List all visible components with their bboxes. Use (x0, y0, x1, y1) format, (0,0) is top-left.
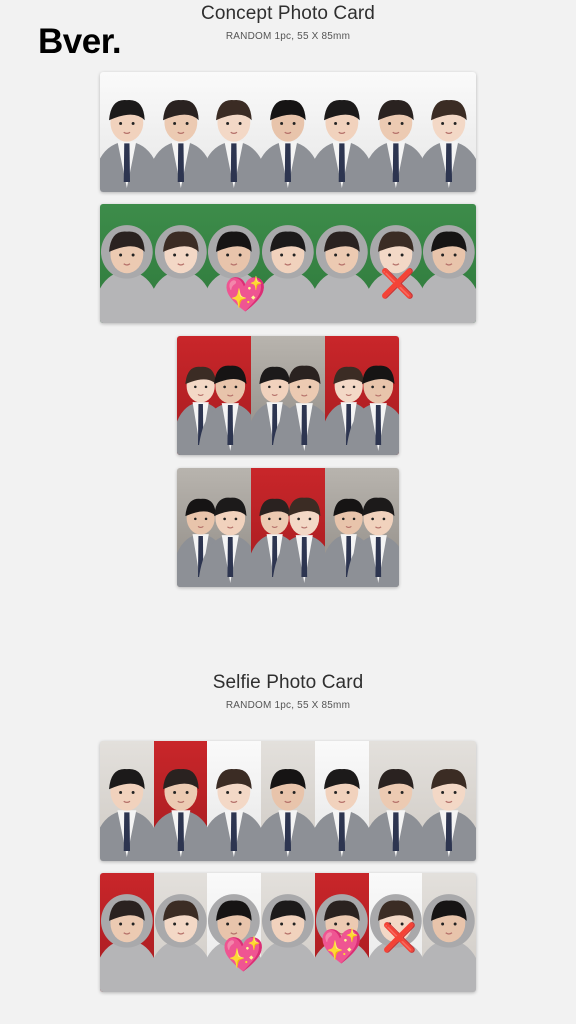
photo-card (261, 873, 315, 992)
cross-mark-icon: ❌ (382, 922, 417, 953)
heart-sticker-icon: 💖 (222, 936, 265, 974)
member-portrait (153, 894, 208, 992)
photo-card (261, 72, 315, 192)
member-portrait (261, 225, 315, 323)
photo-card (100, 741, 154, 861)
member-portrait (261, 894, 315, 992)
member-portrait (422, 768, 476, 861)
member-portrait (251, 365, 325, 455)
photo-card (261, 204, 315, 323)
photo-card (368, 204, 423, 323)
photo-card (153, 72, 208, 192)
member-portrait (207, 768, 262, 861)
selfie-card-strip-2 (100, 873, 476, 992)
photo-card (261, 741, 315, 861)
photo-card (177, 468, 251, 587)
member-portrait (368, 225, 423, 323)
member-portrait (100, 225, 154, 323)
photo-card (100, 873, 154, 992)
member-portrait (177, 497, 251, 587)
photo-card (153, 741, 208, 861)
heart-sticker-icon: 💖 (320, 928, 363, 966)
photo-card (422, 873, 476, 992)
photo-card (153, 204, 208, 323)
photo-card (422, 204, 476, 323)
member-portrait (314, 99, 369, 192)
member-portrait (368, 99, 423, 192)
photo-card (207, 72, 262, 192)
photo-card (207, 741, 262, 861)
photo-card (314, 204, 369, 323)
photo-card (100, 204, 154, 323)
photo-card (368, 72, 423, 192)
photo-card (251, 468, 325, 587)
photo-card (325, 468, 399, 587)
concept-group-card-1 (177, 336, 399, 455)
concept-section-title: Concept Photo Card (201, 3, 375, 24)
member-portrait (422, 894, 476, 992)
photo-card (314, 72, 369, 192)
member-portrait (153, 99, 208, 192)
photo-card (368, 741, 423, 861)
selfie-section-title: Selfie Photo Card (212, 672, 364, 693)
photo-card (177, 336, 251, 455)
member-portrait (207, 894, 262, 992)
member-portrait (261, 768, 315, 861)
concept-card-strip-1 (100, 72, 476, 192)
member-portrait (177, 365, 251, 455)
selfie-card-strip-1 (100, 741, 476, 861)
photo-card (100, 72, 154, 192)
member-portrait (100, 99, 154, 192)
concept-section-subtitle: RANDOM 1pc, 55 X 85mm (225, 31, 351, 42)
selfie-section-subtitle: RANDOM 1pc, 55 X 85mm (225, 700, 351, 711)
member-portrait (100, 894, 154, 992)
photo-card (325, 336, 399, 455)
photo-card (153, 873, 208, 992)
photo-card (422, 741, 476, 861)
member-portrait (251, 497, 325, 587)
concept-group-card-2 (177, 468, 399, 587)
member-portrait (422, 99, 476, 192)
member-portrait (325, 497, 399, 587)
member-portrait (153, 768, 208, 861)
photo-card (422, 72, 476, 192)
member-portrait (100, 768, 154, 861)
member-portrait (325, 365, 399, 455)
member-portrait (207, 99, 262, 192)
heart-sticker-icon: 💖 (224, 276, 267, 314)
photo-card (251, 336, 325, 455)
version-badge: Bver. (38, 22, 122, 61)
photo-card (207, 873, 262, 992)
member-portrait (153, 225, 208, 323)
member-portrait (422, 225, 476, 323)
member-portrait (314, 225, 369, 323)
member-portrait (368, 768, 423, 861)
cross-mark-icon: ❌ (380, 268, 415, 299)
photo-card (314, 741, 369, 861)
concept-card-strip-2 (100, 204, 476, 323)
member-portrait (314, 768, 369, 861)
member-portrait (261, 99, 315, 192)
